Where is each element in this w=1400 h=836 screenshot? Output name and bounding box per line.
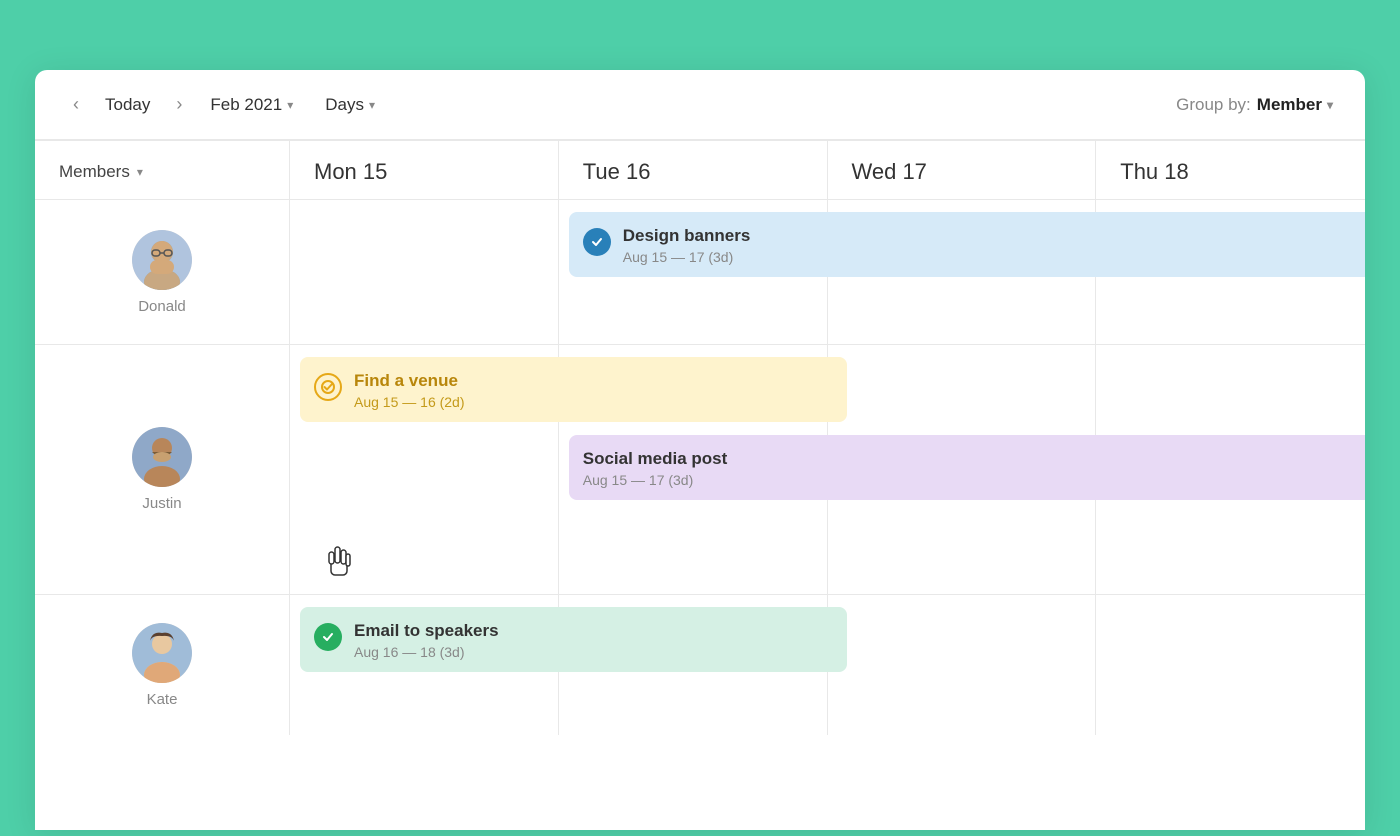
col-header-wed17: Wed 17 — [828, 141, 1097, 200]
kate-thu18-cell — [1096, 595, 1365, 735]
email-to-speakers-title: Email to speakers — [354, 621, 499, 641]
design-banners-date: Aug 15 — 17 (3d) — [623, 249, 751, 265]
calendar-container: ‹ Today › Feb 2021 ▾ Days ▾ Group by: Me… — [35, 70, 1365, 830]
donald-tue16-cell: Design banners Aug 15 — 17 (3d) — [559, 200, 828, 345]
days-dropdown-arrow: ▾ — [369, 98, 375, 112]
days-dropdown[interactable]: Days ▾ — [315, 90, 385, 120]
social-media-post-event[interactable]: Social media post Aug 15 — 17 (3d) — [569, 435, 1365, 508]
member-cell-donald: Donald — [35, 200, 290, 345]
email-to-speakers-event[interactable]: Email to speakers Aug 16 — 18 (3d) — [300, 607, 847, 680]
social-media-post-date: Aug 15 — 17 (3d) — [583, 472, 728, 488]
col-header-thu18: Thu 18 — [1096, 141, 1365, 200]
group-by-value-text: Member — [1257, 95, 1322, 115]
next-button[interactable]: › — [170, 90, 188, 119]
today-button[interactable]: Today — [97, 91, 158, 119]
member-name-donald: Donald — [138, 298, 186, 315]
kate-mon15-cell: Email to speakers Aug 16 — 18 (3d) — [290, 595, 559, 735]
design-banners-icon — [583, 228, 611, 256]
find-venue-date: Aug 15 — 16 (2d) — [354, 394, 465, 410]
month-label: Feb 2021 — [210, 95, 282, 115]
kate-wed17-cell — [828, 595, 1097, 735]
member-cell-justin: Justin — [35, 345, 290, 595]
group-by-value[interactable]: Member ▾ — [1257, 95, 1333, 115]
find-venue-icon — [314, 373, 342, 401]
find-venue-event[interactable]: Find a venue Aug 15 — 16 (2d) — [300, 357, 847, 430]
group-by: Group by: Member ▾ — [1176, 95, 1333, 115]
days-label: Days — [325, 95, 364, 115]
avatar-donald — [132, 230, 192, 290]
social-media-post-title: Social media post — [583, 449, 728, 469]
member-name-justin: Justin — [142, 495, 181, 512]
group-by-arrow: ▾ — [1327, 98, 1333, 112]
month-dropdown-arrow: ▾ — [287, 98, 293, 112]
calendar-grid: Members ▾ Mon 15 Tue 16 Wed 17 Thu 18 — [35, 140, 1365, 735]
find-venue-title: Find a venue — [354, 371, 465, 391]
col-header-mon15: Mon 15 — [290, 141, 559, 200]
justin-mon15-cell: Find a venue Aug 15 — 16 (2d) — [290, 345, 559, 595]
group-by-label: Group by: — [1176, 95, 1251, 115]
design-banners-title: Design banners — [623, 226, 751, 246]
avatar-justin — [132, 427, 192, 487]
month-dropdown[interactable]: Feb 2021 ▾ — [200, 90, 303, 120]
prev-button[interactable]: ‹ — [67, 90, 85, 119]
members-column-header[interactable]: Members ▾ — [35, 141, 290, 200]
toolbar: ‹ Today › Feb 2021 ▾ Days ▾ Group by: Me… — [35, 70, 1365, 140]
email-to-speakers-icon — [314, 623, 342, 651]
cursor-icon — [322, 543, 354, 589]
member-cell-kate: Kate — [35, 595, 290, 735]
email-to-speakers-date: Aug 16 — 18 (3d) — [354, 644, 499, 660]
donald-mon15-cell — [290, 200, 559, 345]
members-label: Members — [59, 162, 130, 182]
avatar-kate — [132, 623, 192, 683]
member-name-kate: Kate — [147, 691, 178, 708]
design-banners-event[interactable]: Design banners Aug 15 — 17 (3d) — [569, 212, 1365, 285]
members-dropdown-arrow: ▾ — [137, 165, 143, 179]
col-header-tue16: Tue 16 — [559, 141, 828, 200]
